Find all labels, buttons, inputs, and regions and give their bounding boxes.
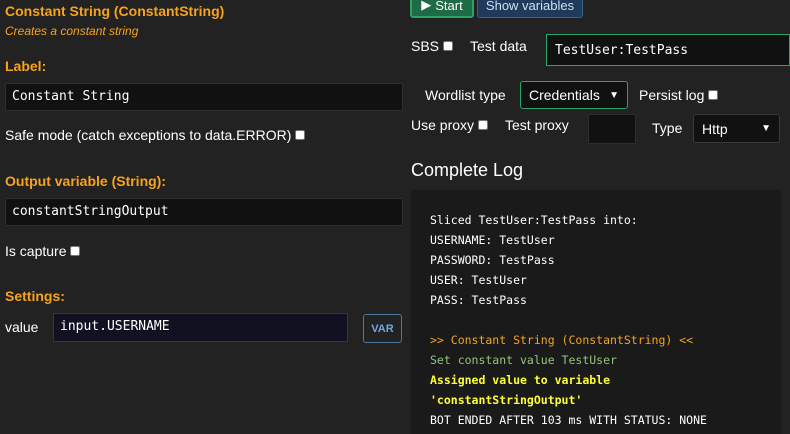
log-line: Set constant value TestUser [430, 353, 617, 367]
persist-log-checkbox[interactable] [708, 90, 719, 100]
output-variable-input[interactable]: constantStringOutput [5, 198, 403, 226]
log-line: USERNAME: TestUser [430, 233, 555, 247]
proxy-type-value: Http [702, 120, 728, 137]
log-line: 'constantStringOutput' [430, 393, 583, 407]
log-line-blank [430, 310, 781, 330]
wordlist-type-value: Credentials [529, 87, 600, 103]
complete-log-title: Complete Log [411, 160, 524, 180]
start-button-label: Start [435, 0, 463, 13]
label-heading: Label: [5, 58, 47, 74]
sbs-label: SBS [411, 38, 440, 54]
log-line: Sliced TestUser:TestPass into: [430, 213, 638, 227]
safe-mode-checkbox[interactable] [295, 130, 306, 140]
test-data-label: Test data [470, 38, 527, 54]
chevron-down-icon: ▼ [761, 123, 771, 134]
log-line: PASSWORD: TestPass [430, 253, 555, 267]
use-proxy-checkbox[interactable] [478, 120, 489, 130]
value-setting-input[interactable]: input.USERNAME [53, 313, 348, 342]
log-line: >> Constant String (ConstantString) << [430, 333, 694, 347]
use-proxy-row: Use proxy [411, 117, 489, 133]
proxy-type-select[interactable]: Http ▼ [693, 114, 780, 143]
wordlist-type-select[interactable]: Credentials ▼ [520, 81, 628, 109]
safe-mode-label: Safe mode (catch exceptions to data.ERRO… [5, 127, 292, 143]
chevron-down-icon: ▼ [609, 89, 619, 101]
output-variable-heading: Output variable (String): [5, 173, 166, 189]
show-variables-button[interactable]: Show variables [477, 0, 583, 18]
safe-mode-row: Safe mode (catch exceptions to data.ERRO… [5, 127, 306, 143]
label-input[interactable]: Constant String [5, 83, 403, 111]
proxy-type-label: Type [652, 120, 683, 136]
start-button[interactable]: ▶ Start [410, 0, 474, 18]
settings-heading: Settings: [5, 288, 65, 304]
sbs-row: SBS [411, 38, 454, 54]
is-capture-checkbox[interactable] [70, 246, 81, 256]
debugger-panel: ▶ Start Show variables SBS Test data Tes… [404, 0, 790, 434]
test-data-input[interactable]: TestUser:TestPass [546, 34, 790, 66]
wordlist-type-label: Wordlist type [425, 87, 506, 103]
is-capture-row: Is capture [5, 243, 81, 259]
persist-log-label: Persist log [639, 87, 705, 103]
log-output: Sliced TestUser:TestPass into: USERNAME:… [411, 190, 781, 434]
block-title: Constant String (ConstantString) [5, 3, 225, 19]
block-editor-panel: Constant String (ConstantString) Creates… [0, 0, 404, 434]
use-proxy-label: Use proxy [411, 117, 475, 133]
test-proxy-label: Test proxy [505, 117, 569, 133]
var-button[interactable]: VAR [363, 314, 402, 343]
persist-log-row: Persist log [639, 87, 719, 103]
log-line: USER: TestUser [430, 273, 527, 287]
value-setting-label: value [5, 319, 39, 335]
sbs-checkbox[interactable] [443, 41, 454, 51]
log-line: Assigned value to variable [430, 373, 611, 387]
is-capture-label: Is capture [5, 243, 67, 259]
play-icon: ▶ [421, 0, 432, 12]
block-subtitle: Creates a constant string [5, 24, 139, 38]
log-line: PASS: TestPass [430, 293, 527, 307]
log-line: BOT ENDED AFTER 103 ms WITH STATUS: NONE [430, 413, 707, 427]
test-proxy-input[interactable] [588, 114, 636, 144]
